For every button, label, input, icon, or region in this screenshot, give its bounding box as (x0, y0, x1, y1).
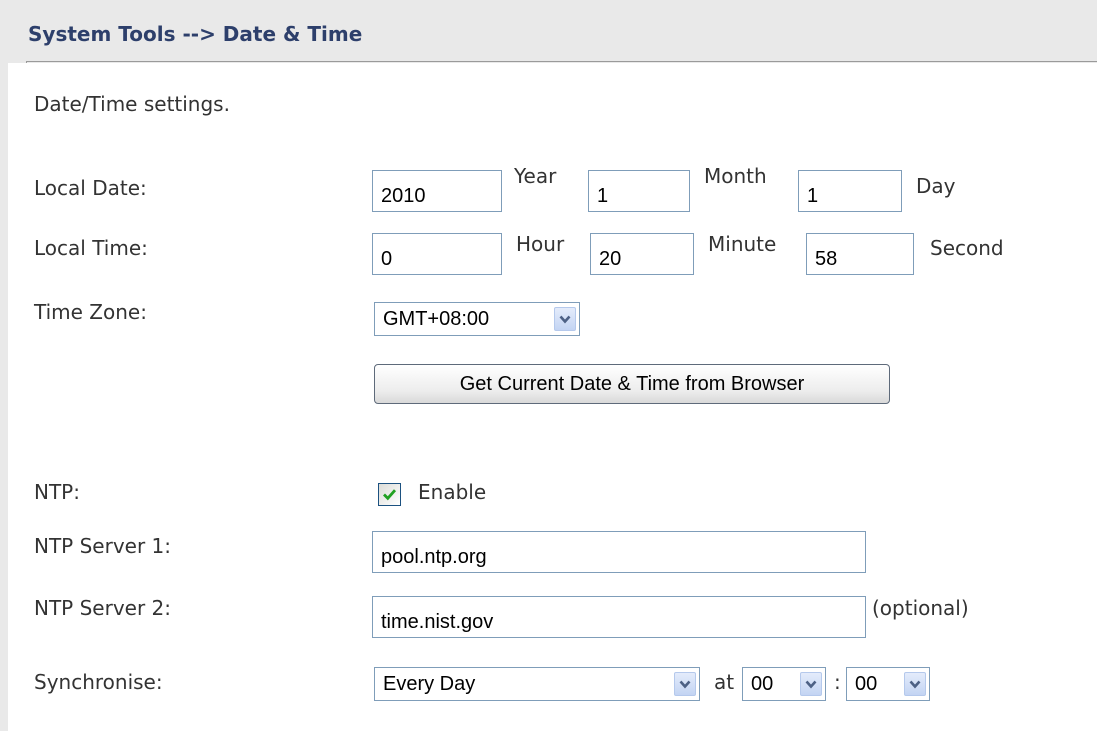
minute-unit-label: Minute (708, 232, 777, 256)
sync-frequency-value: Every Day (383, 673, 476, 695)
year-unit-label: Year (514, 164, 557, 188)
day-input[interactable]: 1 (798, 170, 902, 212)
time-separator: : (834, 670, 841, 694)
page-title: System Tools --> Date & Time (28, 22, 363, 46)
second-unit-label: Second (930, 236, 1004, 260)
page-header: System Tools --> Date & Time (0, 0, 1097, 60)
ntp-server-2-label: NTP Server 2: (34, 596, 172, 620)
sync-at-label: at (714, 670, 735, 694)
minute-input[interactable]: 20 (590, 233, 694, 275)
sync-minute-value: 00 (855, 673, 878, 695)
chevron-down-icon[interactable] (554, 307, 576, 331)
second-input[interactable]: 58 (806, 233, 914, 275)
optional-note: (optional) (872, 596, 969, 620)
month-input[interactable]: 1 (588, 170, 690, 212)
sync-minute-select[interactable]: 00 (846, 667, 930, 701)
chevron-down-icon[interactable] (904, 672, 926, 696)
section-description: Date/Time settings. (34, 92, 230, 116)
time-zone-select[interactable]: GMT+08:00 (374, 302, 580, 336)
ntp-enable-label: Enable (418, 480, 487, 504)
day-unit-label: Day (916, 174, 956, 198)
sync-hour-value: 00 (751, 673, 774, 695)
chevron-down-icon[interactable] (674, 672, 696, 696)
get-browser-time-button[interactable]: Get Current Date & Time from Browser (374, 364, 890, 404)
page: System Tools --> Date & Time Date/Time s… (0, 0, 1097, 731)
year-input[interactable]: 2010 (372, 170, 502, 212)
time-zone-label: Time Zone: (34, 300, 147, 324)
local-time-label: Local Time: (34, 236, 148, 260)
ntp-enable-checkbox[interactable] (378, 483, 401, 506)
ntp-label: NTP: (34, 480, 80, 504)
hour-unit-label: Hour (516, 232, 565, 256)
ntp-server-1-input[interactable]: pool.ntp.org (372, 531, 866, 573)
ntp-server-1-label: NTP Server 1: (34, 534, 172, 558)
synchronise-label: Synchronise: (34, 670, 163, 694)
sync-hour-select[interactable]: 00 (742, 667, 826, 701)
checkmark-icon (383, 489, 397, 501)
hour-input[interactable]: 0 (372, 233, 502, 275)
header-divider (26, 61, 1097, 62)
local-date-label: Local Date: (34, 176, 147, 200)
sync-frequency-select[interactable]: Every Day (374, 667, 700, 701)
time-zone-value: GMT+08:00 (383, 308, 490, 330)
month-unit-label: Month (704, 164, 767, 188)
chevron-down-icon[interactable] (800, 672, 822, 696)
ntp-server-2-input[interactable]: time.nist.gov (372, 596, 866, 638)
